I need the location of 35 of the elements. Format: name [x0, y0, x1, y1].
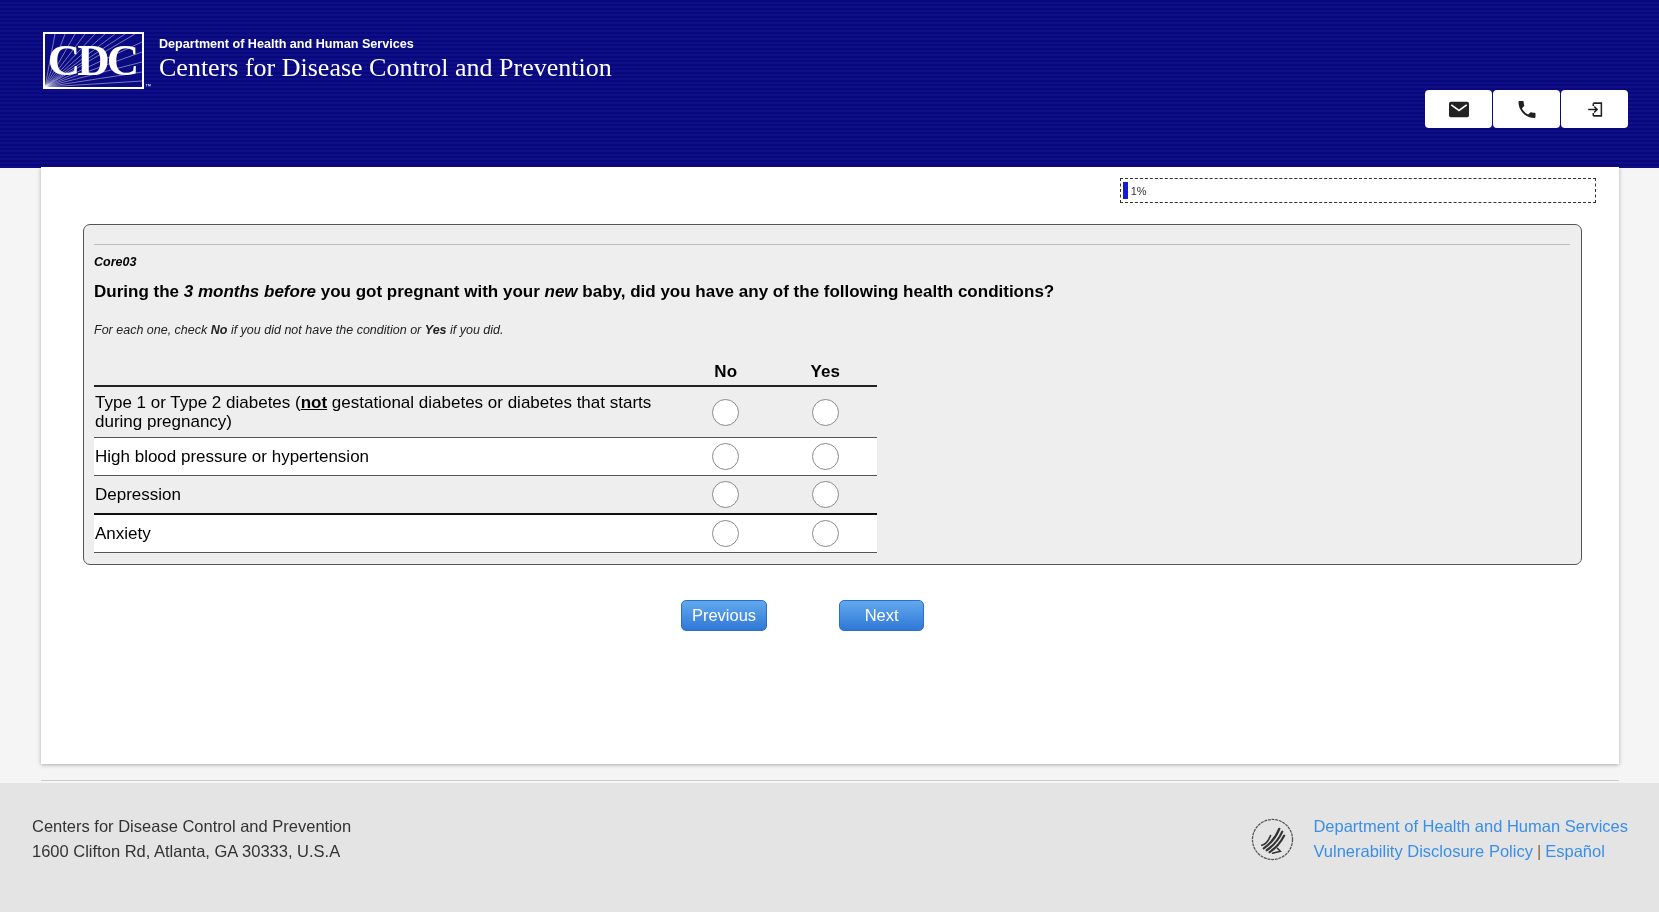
- column-header: Yes: [773, 358, 877, 386]
- footer-organization: Centers for Disease Control and Prevention: [32, 816, 352, 837]
- footer-address: 1600 Clifton Rd, Atlanta, GA 30333, U.S.A: [32, 841, 342, 862]
- footer-link[interactable]: Vulnerability Disclosure Policy: [1313, 842, 1533, 860]
- envelope-icon: [1448, 100, 1469, 118]
- radio-button[interactable]: [811, 520, 839, 547]
- cdc-logo: CDC: [43, 32, 144, 89]
- agency-name: Centers for Disease Control and Prevention: [159, 54, 612, 82]
- condition-label: High blood pressure or hypertension: [94, 437, 678, 476]
- radio-button[interactable]: [712, 398, 740, 426]
- radio-button[interactable]: [811, 443, 839, 470]
- radio-button[interactable]: [712, 443, 740, 470]
- condition-label: Type 1 or Type 2 diabetes (not gestational diabetes or diabetes that starts during pregnancy): [94, 386, 678, 438]
- question-instruction: For each one, check No if you did not have the condition or Yes if you did.: [94, 323, 505, 338]
- eagle-emblem-icon: [1251, 817, 1295, 861]
- radio-button[interactable]: [811, 398, 839, 426]
- previous-button[interactable]: Previous: [680, 600, 768, 631]
- radio-button[interactable]: [712, 481, 740, 508]
- question-text: During the 3 months before you got pregnant with your new baby, did you have any of the following health conditions?: [94, 282, 1056, 302]
- department-name: Department of Health and Human Services: [159, 37, 415, 52]
- link-separator: |: [1536, 842, 1542, 860]
- phone-button[interactable]: [1493, 90, 1560, 128]
- footer-link[interactable]: Department of Health and Human Services: [1313, 817, 1628, 835]
- phone-icon: [1516, 100, 1537, 118]
- footer-link[interactable]: Español: [1545, 842, 1605, 860]
- mail-button[interactable]: [1425, 90, 1492, 128]
- radio-button[interactable]: [811, 481, 839, 508]
- question-code: Core03: [94, 255, 138, 270]
- radio-button[interactable]: [712, 520, 740, 547]
- condition-label: Anxiety: [94, 514, 678, 553]
- next-button[interactable]: Next: [839, 600, 925, 631]
- sign-in-button[interactable]: [1561, 90, 1628, 128]
- column-header: No: [678, 358, 774, 386]
- condition-label: Depression: [94, 475, 678, 514]
- progress-percent: 1%: [1130, 184, 1147, 197]
